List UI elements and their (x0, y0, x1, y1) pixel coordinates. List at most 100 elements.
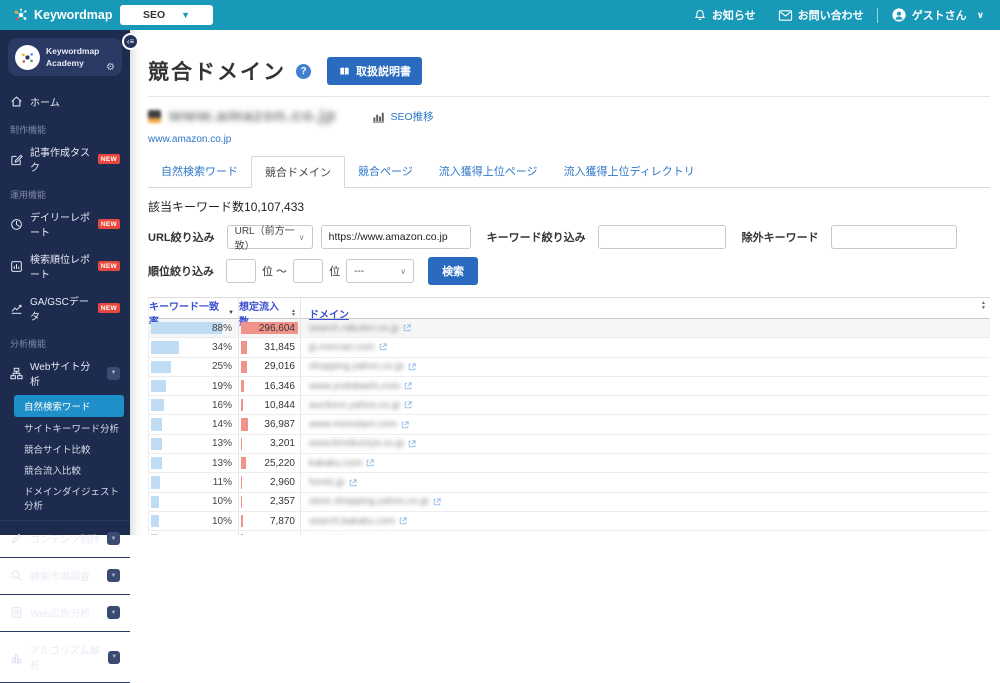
domain-link-blurred[interactable]: search.kakaku.com (309, 516, 395, 527)
sidebar-item-content-creation[interactable]: コンテンツ制作 ▼ (0, 525, 130, 552)
external-link-icon[interactable] (404, 401, 412, 409)
keyword-filter-input[interactable] (598, 225, 726, 249)
sort-icon[interactable]: ▲▼ (981, 301, 986, 310)
external-link-icon[interactable] (408, 440, 416, 448)
seo-trend-label: SEO推移 (390, 109, 433, 124)
tab-流入獲得上位ページ[interactable]: 流入獲得上位ページ (426, 156, 551, 187)
match-rate-cell: 11% (149, 473, 239, 491)
clock-pie-icon (10, 218, 23, 231)
external-link-icon[interactable] (366, 459, 374, 467)
sidebar-item-label: コンテンツ制作 (30, 531, 100, 546)
sidebar-item-rank-report[interactable]: 検索順位レポート NEW (0, 245, 130, 287)
tab-競合ページ[interactable]: 競合ページ (345, 156, 426, 187)
help-icon[interactable]: ? (296, 64, 311, 79)
collapse-chevron-icon[interactable]: ▼ (107, 367, 120, 380)
domain-link-blurred[interactable]: www.yodobashi.com (309, 381, 400, 392)
domain-link-blurred[interactable]: search.rakuten.co.jp (309, 323, 399, 334)
inflow-cell: 2,357 (239, 493, 301, 511)
url-filter-input[interactable] (321, 225, 471, 249)
table-body: 88% 296,604 search.rakuten.co.jp 34% 31,… (149, 319, 990, 535)
keywordmap-logo[interactable]: Keywordmap (13, 7, 113, 23)
inflow-value: 296,604 (239, 319, 300, 337)
match-rate-value: 10% (149, 512, 238, 530)
rank-from-input[interactable] (226, 259, 256, 283)
sidebar-item-daily-report[interactable]: デイリーレポート NEW (0, 203, 130, 245)
domain-link[interactable]: www.amazon.co.jp (148, 134, 231, 145)
site-favicon (148, 110, 161, 123)
domain-link-blurred[interactable]: store.shopping.yahoo.co.jp (309, 496, 429, 507)
inflow-value: 29,016 (239, 358, 300, 376)
expand-chevron-icon[interactable]: ▼ (108, 651, 120, 664)
sidebar-subitem[interactable]: ドメインダイジェスト分析 (0, 481, 130, 515)
sidebar-item-web-analysis[interactable]: Webサイト分析 ▼ (0, 352, 130, 394)
seo-trend-link[interactable]: SEO推移 (372, 109, 433, 124)
academy-card[interactable]: Keywordmap Academy ⚙ (8, 38, 122, 76)
sort-icon: ▲▼ (291, 309, 296, 318)
sidebar-item-label: ホーム (30, 94, 60, 109)
match-rate-value: 9% (149, 531, 238, 535)
domain-link-blurred[interactable]: kakaku.com (309, 458, 362, 469)
external-link-icon[interactable] (433, 498, 441, 506)
tab-流入獲得上位ディレクトリ[interactable]: 流入獲得上位ディレクトリ (551, 156, 708, 187)
sidebar-item-label: Web広告分析 (30, 605, 90, 620)
inflow-cell: 36,987 (239, 415, 301, 433)
notifications-button[interactable]: お知らせ (693, 7, 756, 23)
external-link-icon[interactable] (408, 363, 416, 371)
external-link-icon[interactable] (349, 479, 357, 487)
sidebar-item-label: 記事作成タスク (30, 144, 91, 174)
sidebar-subitem[interactable]: 自然検索ワード (14, 395, 124, 417)
sidebar-subitem[interactable]: 競合流入比較 (0, 460, 130, 480)
column-header-domain[interactable]: ドメイン (301, 298, 990, 328)
sidebar-subitem[interactable]: サイトキーワード分析 (0, 418, 130, 438)
sidebar-subitem[interactable]: 競合サイト比較 (0, 439, 130, 459)
expand-chevron-icon[interactable]: ▼ (107, 569, 120, 582)
domain-link-blurred[interactable]: shopping.yahoo.co.jp (309, 361, 404, 372)
expand-chevron-icon[interactable]: ▼ (107, 532, 120, 545)
sidebar-item-ga-gsc[interactable]: GA/GSCデータ NEW (0, 287, 130, 329)
domain-link-blurred[interactable]: jp.mercari.com (309, 342, 375, 353)
rank-type-select[interactable]: --- ∨ (346, 259, 414, 283)
domain-link-blurred[interactable]: auctions.yahoo.co.jp (309, 400, 400, 411)
external-link-icon[interactable] (399, 517, 407, 525)
table-row: 9% 9,534 www.biccamera.com (149, 531, 990, 535)
web-analysis-subitems: 自然検索ワードサイトキーワード分析競合サイト比較競合流入比較ドメインダイジェスト… (0, 395, 130, 515)
tab-競合ドメイン[interactable]: 競合ドメイン (251, 156, 345, 188)
external-link-icon[interactable] (401, 421, 409, 429)
sort-desc-icon: ▼ (228, 310, 234, 316)
match-rate-cell: 34% (149, 338, 239, 356)
match-rate-cell: 16% (149, 396, 239, 414)
expand-chevron-icon[interactable]: ▼ (107, 606, 120, 619)
external-link-icon[interactable] (379, 343, 387, 351)
analyzed-domain-blurred: www.amazon.co.jp (169, 106, 336, 126)
table-row: 14% 36,987 www.monotaro.com (149, 415, 990, 434)
gear-icon[interactable]: ⚙ (106, 62, 115, 73)
inflow-cell: 31,845 (239, 338, 301, 356)
sidebar-item-article-task[interactable]: 記事作成タスク NEW (0, 138, 130, 180)
domain-link-blurred[interactable]: www.monotaro.com (309, 419, 397, 430)
external-link-icon[interactable] (404, 382, 412, 390)
tab-自然検索ワード[interactable]: 自然検索ワード (148, 156, 251, 187)
match-rate-cell: 10% (149, 493, 239, 511)
keywordmap-academy-logo (15, 45, 40, 70)
sidebar-item-algorithm-analysis[interactable]: アルゴリズム解析 ▼ (0, 636, 130, 678)
domain-link-blurred[interactable]: www.kinokuniya.co.jp (309, 438, 404, 449)
match-rate-cell: 10% (149, 512, 239, 530)
sidebar-collapse-button[interactable]: ‹≡ (122, 33, 139, 50)
product-selector-value: SEO (143, 9, 165, 21)
table-row: 13% 3,201 www.kinokuniya.co.jp (149, 435, 990, 454)
sidebar-item-home[interactable]: ホーム (0, 88, 130, 115)
product-selector[interactable]: SEO ▼ (120, 5, 213, 25)
search-button[interactable]: 検索 (428, 257, 478, 285)
domain-link-blurred[interactable]: honto.jp (309, 477, 345, 488)
url-match-select[interactable]: URL（前方一致） ∨ (227, 225, 313, 249)
sidebar-item-market-research[interactable]: 検索市場調査 ▼ (0, 562, 130, 589)
chevron-down-icon: ∨ (299, 233, 305, 242)
contact-button[interactable]: お問い合わせ (778, 7, 864, 23)
user-menu[interactable]: ゲストさん ∨ (891, 7, 984, 23)
mail-icon (778, 9, 793, 22)
exclude-keyword-label: 除外キーワード (742, 229, 819, 245)
exclude-keyword-input[interactable] (831, 225, 957, 249)
manual-button[interactable]: 取扱説明書 (327, 57, 422, 85)
sidebar-item-web-ads[interactable]: Web広告分析 ▼ (0, 599, 130, 626)
rank-to-input[interactable] (293, 259, 323, 283)
